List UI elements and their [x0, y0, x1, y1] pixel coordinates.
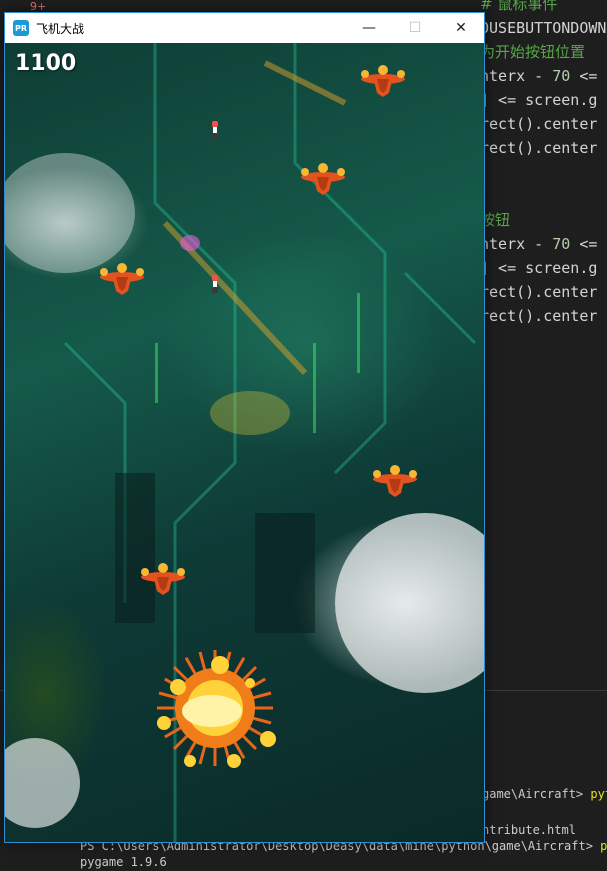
- game-canvas[interactable]: 1100: [5, 43, 484, 842]
- code-line: rect().center: [480, 115, 598, 133]
- code-line: 为开始按钮位置: [480, 43, 586, 61]
- code-line: nterx - 70 <=: [480, 67, 598, 85]
- enemy-plane: [359, 63, 407, 99]
- score-label: 1100: [15, 51, 77, 76]
- code-line: ] <= screen.g: [480, 91, 598, 109]
- explosion: [150, 643, 280, 773]
- enemy-plane: [299, 161, 347, 197]
- maximize-button[interactable]: ☐: [392, 13, 438, 43]
- close-button[interactable]: ✕: [438, 13, 484, 43]
- terminal-line: ntribute.html: [482, 823, 576, 837]
- bullet: [211, 121, 219, 139]
- terminal-line: game\Aircraft> pyth: [482, 787, 607, 801]
- enemy-plane: [371, 463, 419, 499]
- code-line: ] <= screen.g: [480, 259, 598, 277]
- code-line: rect().center: [480, 139, 598, 157]
- code-line: OUSEBUTTONDOWN: [480, 19, 607, 37]
- bullet: [211, 275, 219, 293]
- code-line: rect().center: [480, 283, 598, 301]
- app-icon: PR: [13, 20, 29, 36]
- code-line: rect().center: [480, 307, 598, 325]
- terminal-line: pygame 1.9.6: [80, 855, 167, 869]
- code-line: # 鼠标事件: [480, 0, 558, 13]
- window-titlebar[interactable]: PR 飞机大战 — ☐ ✕: [5, 13, 484, 43]
- code-line: nterx - 70 <=: [480, 235, 598, 253]
- window-title: 飞机大战: [36, 21, 85, 36]
- enemy-plane: [139, 561, 187, 597]
- minimize-button[interactable]: —: [346, 13, 392, 43]
- game-window: PR 飞机大战 — ☐ ✕ 1100: [4, 12, 485, 843]
- enemy-plane: [98, 261, 146, 297]
